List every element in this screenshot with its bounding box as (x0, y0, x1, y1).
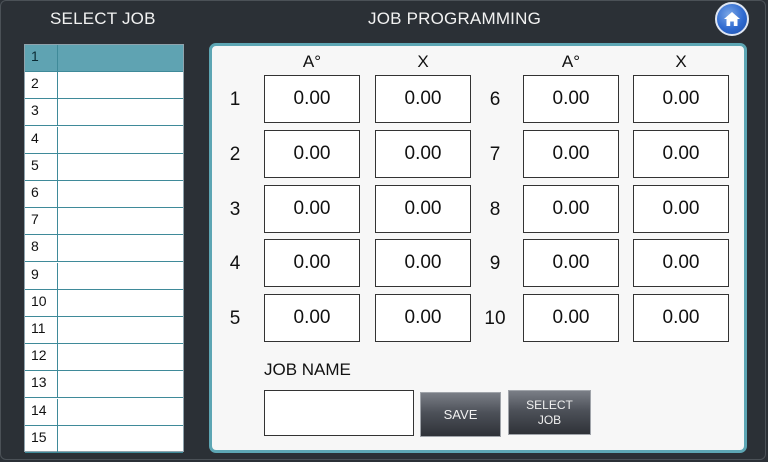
job-list-row[interactable]: 6 (25, 181, 183, 208)
x-value-field[interactable]: 0.00 (375, 294, 471, 342)
job-name-cell (58, 344, 183, 370)
job-name-cell (58, 181, 183, 207)
job-number: 14 (25, 398, 58, 425)
job-number: 13 (25, 371, 58, 398)
x-header-right: X (675, 52, 687, 71)
select-job-title: SELECT JOB (50, 9, 156, 28)
job-number: 6 (25, 181, 58, 207)
angle-header-left: A° (302, 52, 322, 71)
job-name-cell (58, 154, 183, 180)
job-list-row[interactable]: 13 (25, 371, 183, 399)
x-value-field[interactable]: 0.00 (633, 130, 729, 178)
angle-header-right: A° (561, 52, 581, 71)
job-list-row[interactable]: 2 (25, 72, 183, 100)
angle-value-field[interactable]: 0.00 (523, 239, 619, 287)
angle-value-field[interactable]: 0.00 (523, 294, 619, 342)
job-number: 2 (25, 72, 58, 99)
job-number: 5 (25, 153, 58, 180)
row-number: 7 (489, 144, 501, 165)
job-list: 1 2 3 4 5 6 7 8 9 10 11 12 13 14 15 (24, 44, 184, 453)
job-programming-title: JOB PROGRAMMING (368, 9, 542, 28)
job-list-row[interactable]: 4 (25, 126, 183, 154)
job-list-row[interactable]: 10 (25, 289, 183, 317)
x-value-field[interactable]: 0.00 (375, 130, 471, 178)
job-list-row[interactable]: 7 (25, 208, 183, 236)
job-number: 9 (25, 262, 58, 289)
row-number: 8 (489, 199, 501, 220)
job-list-row[interactable]: 12 (25, 344, 183, 372)
job-name-cell (58, 127, 183, 153)
job-name-cell (58, 235, 183, 261)
job-name-cell (58, 263, 183, 289)
x-value-field[interactable]: 0.00 (633, 185, 729, 233)
select-job-button[interactable]: SELECT JOB (508, 390, 591, 435)
angle-value-field[interactable]: 0.00 (264, 294, 360, 342)
row-number: 9 (489, 253, 501, 274)
job-name-cell (58, 290, 183, 316)
job-number: 15 (25, 425, 58, 452)
job-list-row[interactable]: 5 (25, 153, 183, 181)
job-name-cell (58, 45, 183, 71)
job-list-row[interactable]: 14 (25, 398, 183, 426)
job-list-row[interactable]: 8 (25, 235, 183, 263)
job-list-row[interactable]: 3 (25, 99, 183, 127)
job-number: 12 (25, 344, 58, 371)
x-value-field[interactable]: 0.00 (633, 294, 729, 342)
job-number: 7 (25, 208, 58, 235)
job-number: 10 (25, 289, 58, 316)
job-list-row[interactable]: 9 (25, 262, 183, 290)
job-number: 1 (25, 45, 58, 71)
row-number: 6 (489, 89, 501, 110)
x-value-field[interactable]: 0.00 (375, 239, 471, 287)
row-number: 10 (484, 308, 506, 329)
job-list-row[interactable]: 1 (25, 45, 183, 72)
angle-value-field[interactable]: 0.00 (523, 185, 619, 233)
angle-value-field[interactable]: 0.00 (264, 130, 360, 178)
job-name-cell (58, 317, 183, 343)
row-number: 2 (229, 144, 241, 165)
job-list-row[interactable]: 15 (25, 425, 183, 453)
job-number: 3 (25, 99, 58, 126)
row-number: 3 (229, 199, 241, 220)
row-number: 4 (229, 253, 241, 274)
x-value-field[interactable]: 0.00 (375, 75, 471, 123)
job-name-cell (58, 399, 183, 425)
job-name-cell (58, 72, 183, 98)
row-number: 1 (229, 89, 241, 110)
job-name-cell (58, 371, 183, 397)
job-list-row[interactable]: 11 (25, 317, 183, 344)
row-number: 5 (229, 308, 241, 329)
job-number: 11 (25, 317, 58, 343)
angle-value-field[interactable]: 0.00 (523, 130, 619, 178)
angle-value-field[interactable]: 0.00 (264, 239, 360, 287)
angle-value-field[interactable]: 0.00 (264, 75, 360, 123)
job-name-cell (58, 99, 183, 125)
job-number: 4 (25, 126, 58, 153)
x-header-left: X (417, 52, 429, 71)
job-number: 8 (25, 235, 58, 262)
x-value-field[interactable]: 0.00 (633, 239, 729, 287)
job-name-cell (58, 208, 183, 234)
job-name-label: JOB NAME (264, 360, 351, 379)
x-value-field[interactable]: 0.00 (633, 75, 729, 123)
home-icon (724, 12, 740, 26)
job-name-cell (58, 426, 183, 452)
x-value-field[interactable]: 0.00 (375, 185, 471, 233)
angle-value-field[interactable]: 0.00 (523, 75, 619, 123)
angle-value-field[interactable]: 0.00 (264, 185, 360, 233)
home-button[interactable] (715, 2, 749, 36)
job-programming-panel: A° X A° X 1 0.00 0.00 2 0.00 0.00 3 0.00 0.00 4 0.… (209, 43, 747, 453)
save-button[interactable]: SAVE (420, 392, 501, 437)
job-name-input[interactable] (264, 390, 414, 436)
